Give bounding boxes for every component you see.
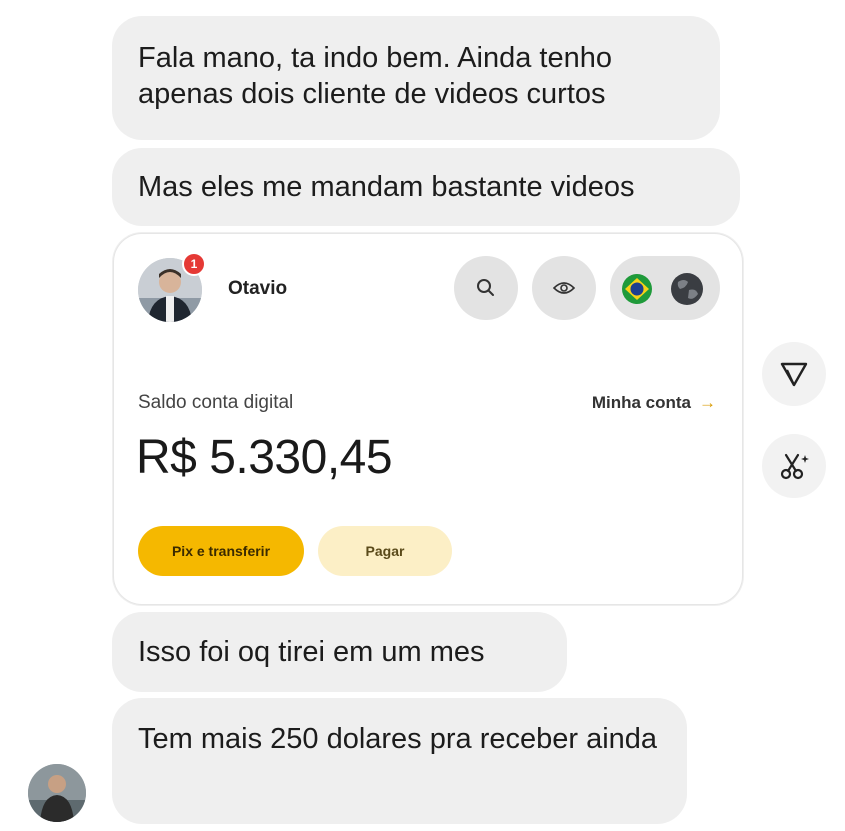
message-text: Isso foi oq tirei em um mes (138, 636, 485, 668)
remix-button[interactable] (762, 434, 826, 498)
search-button[interactable] (454, 256, 518, 320)
globe-icon (671, 273, 703, 305)
region-selector[interactable] (610, 256, 720, 320)
balance-label: Saldo conta digital (138, 392, 294, 413)
message-text: Fala mano, ta indo bem. Ainda tenho apen… (138, 42, 612, 110)
balance-amount: R$ 5.330,45 (136, 431, 393, 484)
pix-transfer-button[interactable]: Pix e transferir (138, 526, 304, 576)
search-icon (477, 279, 494, 296)
my-account-label: Minha conta (591, 393, 691, 412)
eye-icon (553, 282, 575, 294)
my-account-link[interactable]: Minha conta → (592, 393, 716, 413)
shared-bank-card[interactable]: 1 Otavio Saldo conta digital Minha conta… (114, 234, 742, 604)
message-bubble: Tem mais 250 dolares pra receber ainda (112, 698, 687, 824)
user-name: Otavio (228, 278, 288, 299)
pay-button[interactable]: Pagar (318, 526, 452, 576)
message-bubble: Fala mano, ta indo bem. Ainda tenho apen… (112, 16, 720, 140)
arrow-right-icon: → (699, 393, 716, 412)
scissors-sparkle-icon (780, 453, 809, 480)
brazil-flag-icon (622, 274, 652, 304)
toggle-visibility-button[interactable] (532, 256, 596, 320)
share-button[interactable] (762, 342, 826, 406)
send-icon (780, 362, 808, 387)
sender-avatar[interactable] (28, 764, 86, 822)
message-text: Mas eles me mandam bastante videos (138, 171, 635, 203)
message-text: Tem mais 250 dolares pra receber ainda (138, 723, 658, 755)
notification-badge: 1 (182, 252, 206, 276)
message-bubble: Mas eles me mandam bastante videos (112, 148, 740, 226)
message-bubble: Isso foi oq tirei em um mes (112, 612, 567, 692)
